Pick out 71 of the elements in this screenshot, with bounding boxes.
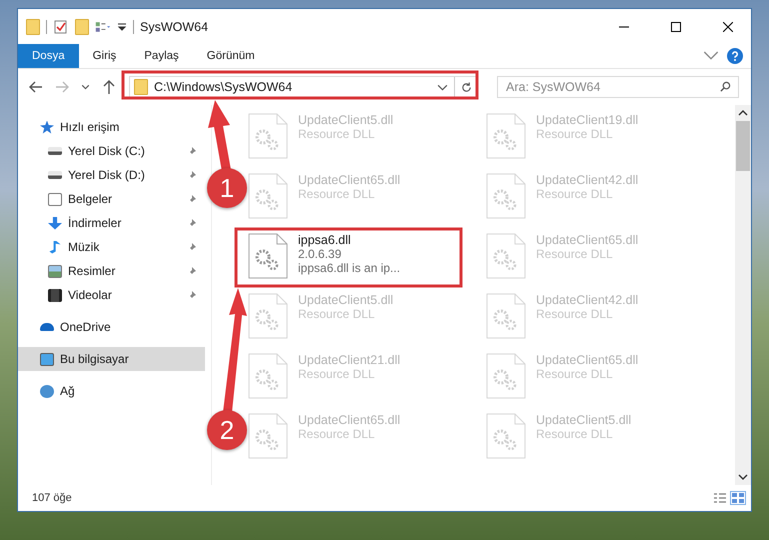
file-description: Resource DLL xyxy=(298,367,376,381)
search-field[interactable]: Ara: SysWOW64 xyxy=(497,76,739,98)
file-description: Resource DLL xyxy=(536,307,614,321)
location-icon xyxy=(48,288,62,302)
sidebar-item[interactable]: Müzik xyxy=(18,235,205,259)
sidebar-item[interactable]: OneDrive xyxy=(18,315,205,339)
file-description: Resource DLL xyxy=(536,127,614,141)
file-description: Resource DLL xyxy=(536,187,614,201)
location-icon xyxy=(48,147,62,155)
location-icon xyxy=(48,192,62,206)
item-count: 107 öğe xyxy=(32,492,72,504)
address-path: C:\Windows\SysWOW64 xyxy=(154,80,294,94)
help-icon[interactable] xyxy=(727,48,743,64)
customize-caret-icon[interactable] xyxy=(117,22,127,32)
maximize-icon xyxy=(671,22,681,32)
file-description: Resource DLL xyxy=(298,307,376,321)
sidebar-item[interactable]: Bu bilgisayar xyxy=(18,347,205,371)
close-icon xyxy=(723,22,733,32)
window-title: SysWOW64 xyxy=(140,20,208,34)
dll-file-icon xyxy=(248,113,288,159)
search-icon xyxy=(720,81,731,92)
back-arrow-icon[interactable] xyxy=(28,79,44,95)
sidebar-item[interactable]: Ağ xyxy=(18,379,205,403)
dll-file-icon xyxy=(486,113,526,159)
properties-icon[interactable] xyxy=(53,20,69,34)
ribbon-tab[interactable]: Dosya xyxy=(18,44,79,68)
location-icon xyxy=(48,264,62,278)
scrollbar-thumb[interactable] xyxy=(736,121,750,171)
sidebar-item[interactable]: Yerel Disk (D:) xyxy=(18,163,205,187)
dll-file-icon xyxy=(248,413,288,459)
file-description: ippsa6.dll is an ip... xyxy=(298,261,400,275)
ribbon-tab[interactable]: Görünüm xyxy=(192,44,269,68)
dll-file-icon xyxy=(248,233,288,279)
location-icon xyxy=(40,352,54,366)
dll-file-icon xyxy=(486,233,526,279)
folder-icon xyxy=(134,79,148,95)
location-icon xyxy=(48,171,62,179)
file-description: Resource DLL xyxy=(298,127,376,141)
file-description: Resource DLL xyxy=(536,427,614,441)
dll-file-icon xyxy=(486,293,526,339)
sidebar-item[interactable]: Videolar xyxy=(18,283,205,307)
sidebar-item[interactable]: Resimler xyxy=(18,259,205,283)
file-description: Resource DLL xyxy=(298,427,376,441)
dll-file-icon xyxy=(248,293,288,339)
dll-file-icon xyxy=(486,413,526,459)
refresh-icon[interactable] xyxy=(461,82,472,92)
dll-file-icon xyxy=(486,173,526,219)
details-view-icon[interactable] xyxy=(713,492,727,504)
up-arrow-icon[interactable] xyxy=(101,79,117,95)
file-name[interactable]: ippsa6.dll xyxy=(298,233,400,247)
ribbon-tab[interactable]: Paylaş xyxy=(130,44,193,68)
sidebar-item[interactable]: Yerel Disk (C:) xyxy=(18,139,205,163)
sidebar-item[interactable]: İndirmeler xyxy=(18,211,205,235)
scroll-up-icon[interactable] xyxy=(738,109,748,117)
sidebar-item[interactable]: Belgeler xyxy=(18,187,205,211)
dll-file-icon xyxy=(248,353,288,399)
address-bar[interactable]: C:\Windows\SysWOW64 xyxy=(129,76,477,98)
dll-file-icon xyxy=(248,173,288,219)
location-icon xyxy=(40,384,54,398)
scrollbar[interactable] xyxy=(735,105,751,485)
file-description: Resource DLL xyxy=(536,367,614,381)
view-menu-icon[interactable] xyxy=(95,20,111,34)
tiles-view-icon[interactable] xyxy=(731,492,745,504)
location-icon xyxy=(40,323,54,331)
sidebar-item[interactable]: Hızlı erişim xyxy=(18,115,205,139)
file-description: Resource DLL xyxy=(536,247,614,261)
ribbon-tab[interactable]: Giriş xyxy=(78,44,130,68)
file-description: Resource DLL xyxy=(298,187,376,201)
dll-file-icon xyxy=(486,353,526,399)
scroll-down-icon[interactable] xyxy=(738,473,748,481)
file-version: 2.0.6.39 xyxy=(298,247,342,261)
